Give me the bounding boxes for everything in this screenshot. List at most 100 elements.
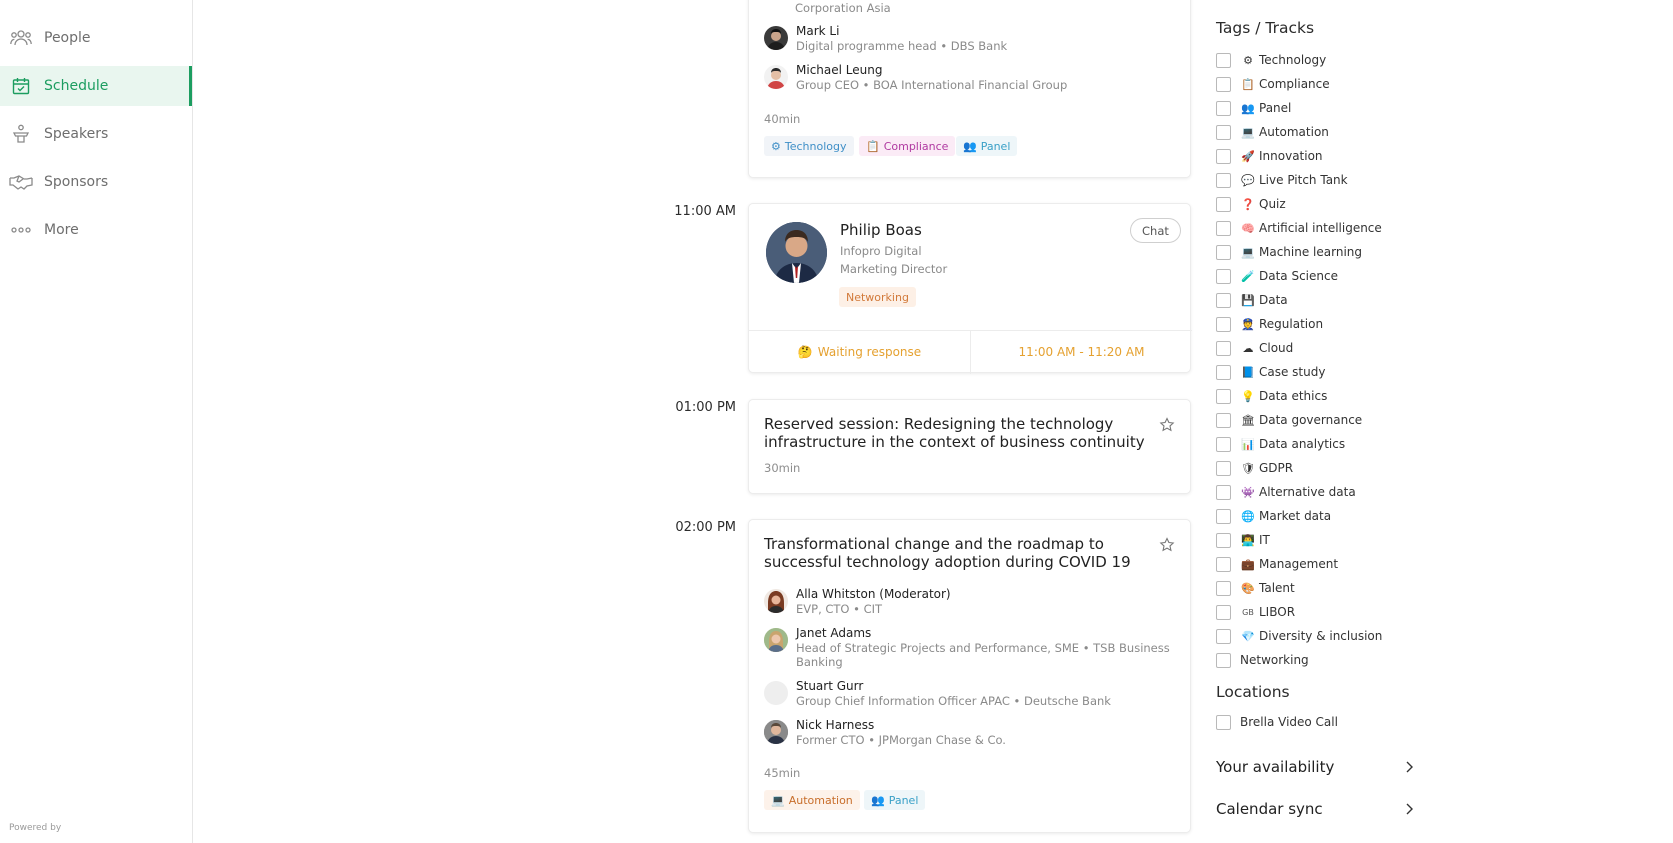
checkbox[interactable] [1216, 148, 1231, 164]
avatar [764, 589, 788, 613]
checkbox[interactable] [1216, 580, 1231, 596]
sidebar-item-schedule[interactable]: Schedule [0, 66, 192, 106]
filter-tag-management[interactable]: 💼 Management [1216, 555, 1338, 573]
time-slot-label: 01:00 PM [675, 400, 736, 415]
filter-tag-cloud[interactable]: ☁ Cloud [1216, 339, 1293, 357]
tag-networking[interactable]: Networking [839, 287, 916, 307]
checkbox[interactable] [1216, 556, 1231, 572]
checkbox[interactable] [1216, 484, 1231, 500]
tag-panel[interactable]: 👥 Panel [956, 136, 1018, 156]
tag-panel[interactable]: 👥 Panel [864, 790, 926, 810]
locations-heading: Locations [1216, 683, 1290, 701]
star-icon[interactable] [1159, 417, 1175, 433]
checkbox[interactable] [1216, 628, 1231, 644]
filter-label: Case study [1259, 365, 1326, 379]
filter-tag-machine-learning[interactable]: 💻 Machine learning [1216, 243, 1362, 261]
filter-tag-data-ethics[interactable]: 💡 Data ethics [1216, 387, 1327, 405]
checkbox[interactable] [1216, 714, 1231, 730]
filter-tag-case-study[interactable]: 📘 Case study [1216, 363, 1325, 381]
tag-automation[interactable]: 💻 Automation [764, 790, 860, 810]
filter-tag-networking[interactable]: Networking [1216, 651, 1309, 669]
speaker-name: Michael Leung [796, 63, 883, 77]
checkbox[interactable] [1216, 508, 1231, 524]
filter-location-brella-video-call[interactable]: Brella Video Call [1216, 713, 1338, 731]
sidebar-item-more[interactable]: More [0, 210, 192, 250]
chevron-right-icon [1406, 761, 1413, 773]
filter-tag-diversity-inclusion[interactable]: 💎 Diversity & inclusion [1216, 627, 1382, 645]
filter-label: Artificial intelligence [1259, 221, 1382, 235]
checkbox[interactable] [1216, 220, 1231, 236]
checkbox[interactable] [1216, 364, 1231, 380]
filter-tag-compliance[interactable]: 📋 Compliance [1216, 75, 1330, 93]
checkbox[interactable] [1216, 292, 1231, 308]
filter-tag-gdpr[interactable]: 🛡 GDPR [1216, 459, 1293, 477]
podium-icon [9, 122, 33, 146]
meeting-status[interactable]: 🤔 Waiting response [749, 330, 970, 374]
checkbox[interactable] [1216, 436, 1231, 452]
filter-tag-live-pitch-tank[interactable]: 💬 Live Pitch Tank [1216, 171, 1348, 189]
meeting-card[interactable]: Philip Boas Infopro Digital Marketing Di… [748, 203, 1192, 374]
filter-label: Data [1259, 293, 1288, 307]
checkbox[interactable] [1216, 532, 1231, 548]
checkbox[interactable] [1216, 340, 1231, 356]
filter-tag-talent[interactable]: 🎨 Talent [1216, 579, 1295, 597]
filter-tag-data[interactable]: 💾 Data [1216, 291, 1288, 309]
filter-tag-technology[interactable]: ⚙ Technology [1216, 51, 1326, 69]
your-availability-link[interactable]: Your availability [1216, 756, 1414, 778]
filter-tag-innovation[interactable]: 🚀 Innovation [1216, 147, 1323, 165]
checkbox[interactable] [1216, 388, 1231, 404]
speaker-role: Head of Strategic Projects and Performan… [796, 641, 1170, 655]
filter-label: Data ethics [1259, 389, 1328, 403]
sidebar-item-sponsors[interactable]: Sponsors [0, 162, 192, 202]
checkbox[interactable] [1216, 316, 1231, 332]
speaker-row[interactable]: Michael Leung Group CEO • BOA Internatio… [764, 62, 1067, 92]
link-label: Your availability [1216, 758, 1335, 776]
filter-tag-libor[interactable]: GB LIBOR [1216, 603, 1295, 621]
filter-tag-regulation[interactable]: 👮 Regulation [1216, 315, 1323, 333]
checkbox[interactable] [1216, 172, 1231, 188]
star-icon[interactable] [1159, 537, 1175, 553]
tag-label: Panel [888, 793, 919, 807]
speaker-role: Group CEO • BOA International Financial … [796, 78, 1068, 92]
speaker-row[interactable]: Mark Li Digital programme head • DBS Ban… [764, 23, 1007, 53]
filter-tag-quiz[interactable]: ❓ Quiz [1216, 195, 1286, 213]
checkbox[interactable] [1216, 652, 1231, 668]
speaker-row[interactable]: Alla Whitston (Moderator) EVP, CTO • CIT [764, 586, 951, 616]
tag-emoji-icon: 💻 [1241, 125, 1255, 139]
checkbox[interactable] [1216, 76, 1231, 92]
filter-tag-market-data[interactable]: 🌐 Market data [1216, 507, 1331, 525]
filter-label: Innovation [1259, 149, 1323, 163]
tag-compliance[interactable]: 📋 Compliance [859, 136, 956, 156]
filter-tag-artificial-intelligence[interactable]: 🧠 Artificial intelligence [1216, 219, 1382, 237]
checkbox[interactable] [1216, 604, 1231, 620]
speaker-row[interactable]: Janet Adams Head of Strategic Projects a… [764, 625, 1170, 669]
filter-label: Networking [1240, 653, 1309, 667]
filter-tag-alternative-data[interactable]: 👾 Alternative data [1216, 483, 1356, 501]
filter-tag-data-analytics[interactable]: 📊 Data analytics [1216, 435, 1345, 453]
sidebar-item-label: More [44, 222, 79, 238]
checkbox[interactable] [1216, 412, 1231, 428]
tag-emoji-icon: 👥 [1241, 101, 1255, 115]
filter-tag-it[interactable]: 👨‍💻 IT [1216, 531, 1270, 549]
filter-tag-data-science[interactable]: 🧪 Data Science [1216, 267, 1338, 285]
calendar-sync-link[interactable]: Calendar sync [1216, 798, 1414, 820]
speaker-row[interactable]: Nick Harness Former CTO • JPMorgan Chase… [764, 717, 1006, 747]
checkbox[interactable] [1216, 196, 1231, 212]
checkbox[interactable] [1216, 244, 1231, 260]
checkbox[interactable] [1216, 124, 1231, 140]
tag-technology[interactable]: ⚙ Technology [764, 136, 854, 156]
checkbox[interactable] [1216, 52, 1231, 68]
filter-tag-panel[interactable]: 👥 Panel [1216, 99, 1291, 117]
tag-emoji-icon: 🌐 [1241, 509, 1255, 523]
checkbox[interactable] [1216, 100, 1231, 116]
speaker-row[interactable]: Stuart Gurr Group Chief Information Offi… [764, 678, 1111, 708]
sidebar-item-speakers[interactable]: Speakers [0, 114, 192, 154]
sidebar-item-people[interactable]: People [0, 18, 192, 58]
filter-tag-data-governance[interactable]: 🏛 Data governance [1216, 411, 1362, 429]
chat-button[interactable]: Chat [1130, 218, 1181, 243]
time-slot-label: 11:00 AM [674, 204, 736, 219]
filter-tag-automation[interactable]: 💻 Automation [1216, 123, 1329, 141]
checkbox[interactable] [1216, 268, 1231, 284]
people-icon: 👥 [963, 139, 977, 153]
checkbox[interactable] [1216, 460, 1231, 476]
